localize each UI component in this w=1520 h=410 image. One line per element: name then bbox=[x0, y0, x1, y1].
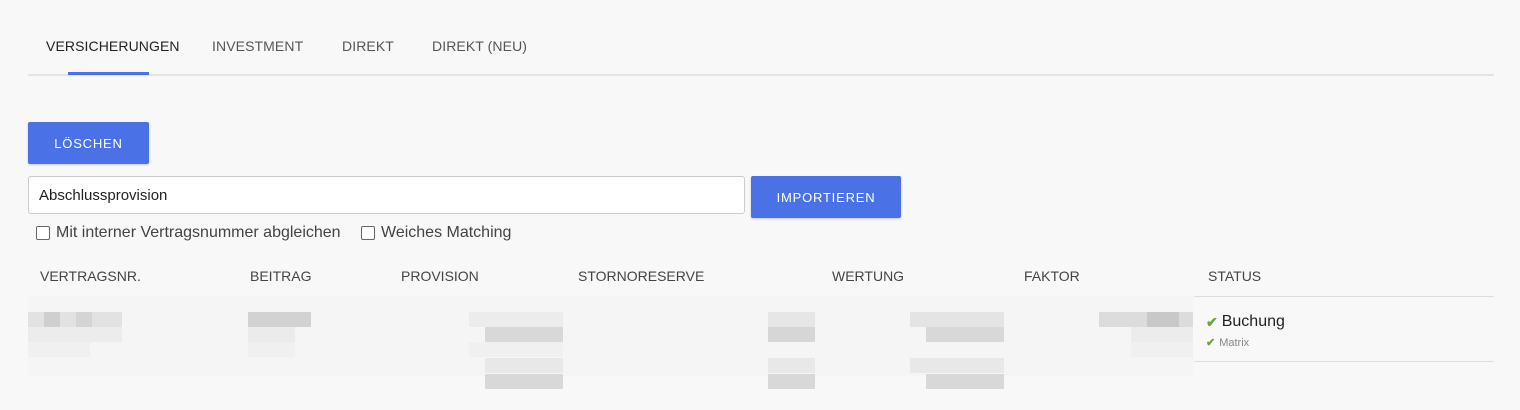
delete-button[interactable]: LÖSCHEN bbox=[28, 122, 149, 164]
soft-matching-checkbox[interactable]: Weiches Matching bbox=[361, 224, 511, 242]
status-label: Buchung bbox=[1221, 313, 1285, 330]
checkbox-box[interactable] bbox=[361, 226, 375, 240]
match-internal-label: Mit interner Vertragsnummer abgleichen bbox=[56, 224, 341, 241]
tab-direkt[interactable]: DIREKT bbox=[342, 38, 394, 54]
tab-direkt-neu[interactable]: DIREKT (NEU) bbox=[432, 38, 527, 54]
active-tab-indicator bbox=[68, 72, 149, 75]
check-icon: ✔ bbox=[1206, 313, 1218, 330]
column-header-status: STATUS bbox=[1208, 268, 1262, 284]
status-booking: ✔ Buchung bbox=[1206, 313, 1285, 331]
column-header-provision: PROVISION bbox=[401, 268, 479, 284]
check-icon: ✔ bbox=[1206, 337, 1216, 349]
table-row bbox=[28, 296, 1193, 376]
column-header-faktor: FAKTOR bbox=[1024, 268, 1080, 284]
soft-matching-label: Weiches Matching bbox=[381, 224, 512, 241]
match-internal-checkbox[interactable]: Mit interner Vertragsnummer abgleichen bbox=[36, 224, 341, 242]
checkbox-box[interactable] bbox=[36, 226, 50, 240]
import-button[interactable]: IMPORTIEREN bbox=[751, 176, 901, 218]
status-cell: ✔ Buchung ✔ Matrix bbox=[1194, 296, 1494, 362]
column-header-stornoreserve: STORNORESERVE bbox=[578, 268, 705, 284]
tab-investment[interactable]: INVESTMENT bbox=[212, 38, 303, 54]
tab-bar: VERSICHERUNGEN INVESTMENT DIREKT DIREKT … bbox=[28, 0, 1494, 76]
column-header-vertragsnr: VERTRAGSNR. bbox=[40, 268, 141, 284]
status-matrix: ✔ Matrix bbox=[1206, 336, 1250, 350]
import-type-input[interactable] bbox=[28, 176, 745, 214]
status-sub-label: Matrix bbox=[1219, 336, 1250, 349]
column-header-beitrag: BEITRAG bbox=[250, 268, 312, 284]
tab-versicherungen[interactable]: VERSICHERUNGEN bbox=[46, 38, 180, 54]
column-header-wertung: WERTUNG bbox=[832, 268, 905, 284]
